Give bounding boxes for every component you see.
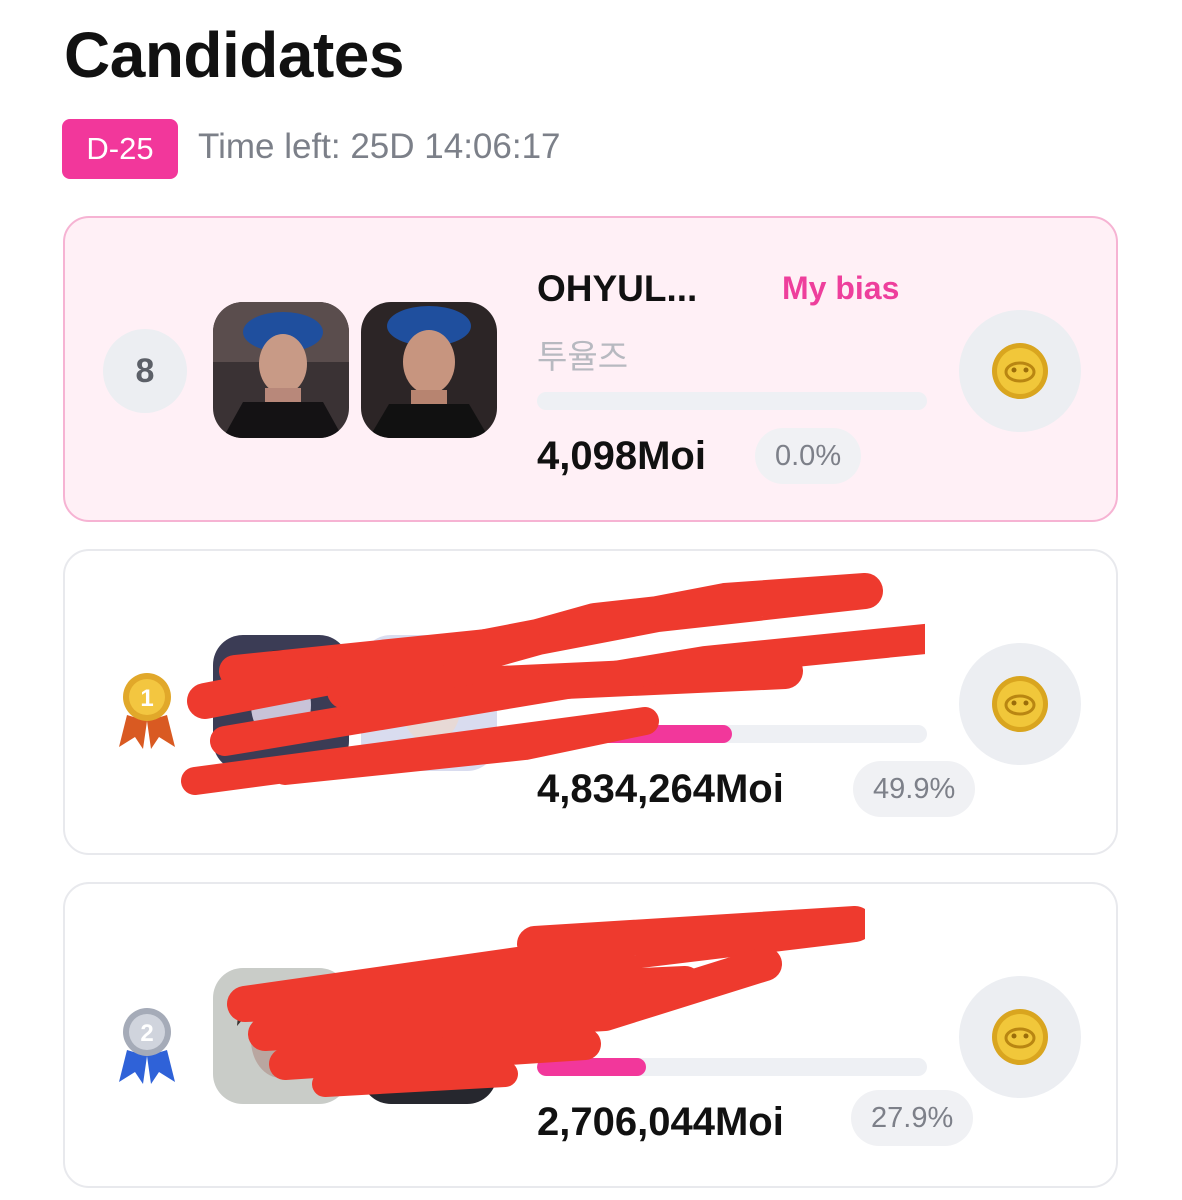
candidate-card[interactable]: 1 4,834,264Moi 49.9%: [63, 549, 1118, 855]
vote-count: 4,098Moi: [537, 434, 706, 478]
vote-percent-badge: 49.9%: [853, 761, 976, 817]
silver-medal-icon: 2: [119, 1008, 175, 1084]
rank-number: 8: [103, 329, 187, 413]
vote-progress-bar: [537, 392, 927, 410]
vote-count: 2,706,044Moi: [537, 1100, 784, 1144]
my-bias-tag: My bias: [782, 270, 900, 306]
candidate-card[interactable]: 2 2,706,044Moi 27.9%: [63, 882, 1118, 1188]
progress-fill: [537, 1058, 646, 1076]
candidate-photo: [213, 635, 349, 771]
coin-icon: [992, 676, 1048, 732]
vote-coin-button[interactable]: [959, 310, 1081, 432]
gold-medal-icon: 1: [119, 673, 175, 749]
page-title: Candidates: [64, 19, 404, 91]
candidate-card-my-bias[interactable]: 8 OHYUL... My bias 투율즈 4,098Moi 0.0%: [63, 216, 1118, 522]
candidate-photo-2: [361, 302, 497, 438]
candidate-name: OHYUL...: [537, 268, 698, 309]
candidate-photo: [213, 968, 349, 1104]
dday-badge: D-25: [62, 119, 178, 179]
coin-icon: [992, 1009, 1048, 1065]
coin-icon: [992, 343, 1048, 399]
progress-fill: [537, 725, 732, 743]
vote-coin-button[interactable]: [959, 976, 1081, 1098]
vote-coin-button[interactable]: [959, 643, 1081, 765]
svg-text:2: 2: [140, 1020, 153, 1047]
vote-percent-badge: 0.0%: [755, 428, 862, 484]
svg-text:1: 1: [140, 685, 153, 712]
time-left-text: Time left: 25D 14:06:17: [198, 127, 561, 166]
vote-progress-bar: [537, 1058, 927, 1076]
candidate-photo-1: [213, 302, 349, 438]
vote-percent-badge: 27.9%: [851, 1090, 974, 1146]
candidate-group: 투율즈: [537, 338, 629, 375]
vote-progress-bar: [537, 725, 927, 743]
vote-count: 4,834,264Moi: [537, 767, 784, 811]
candidate-photo: [361, 968, 497, 1104]
candidate-photo: [361, 635, 497, 771]
